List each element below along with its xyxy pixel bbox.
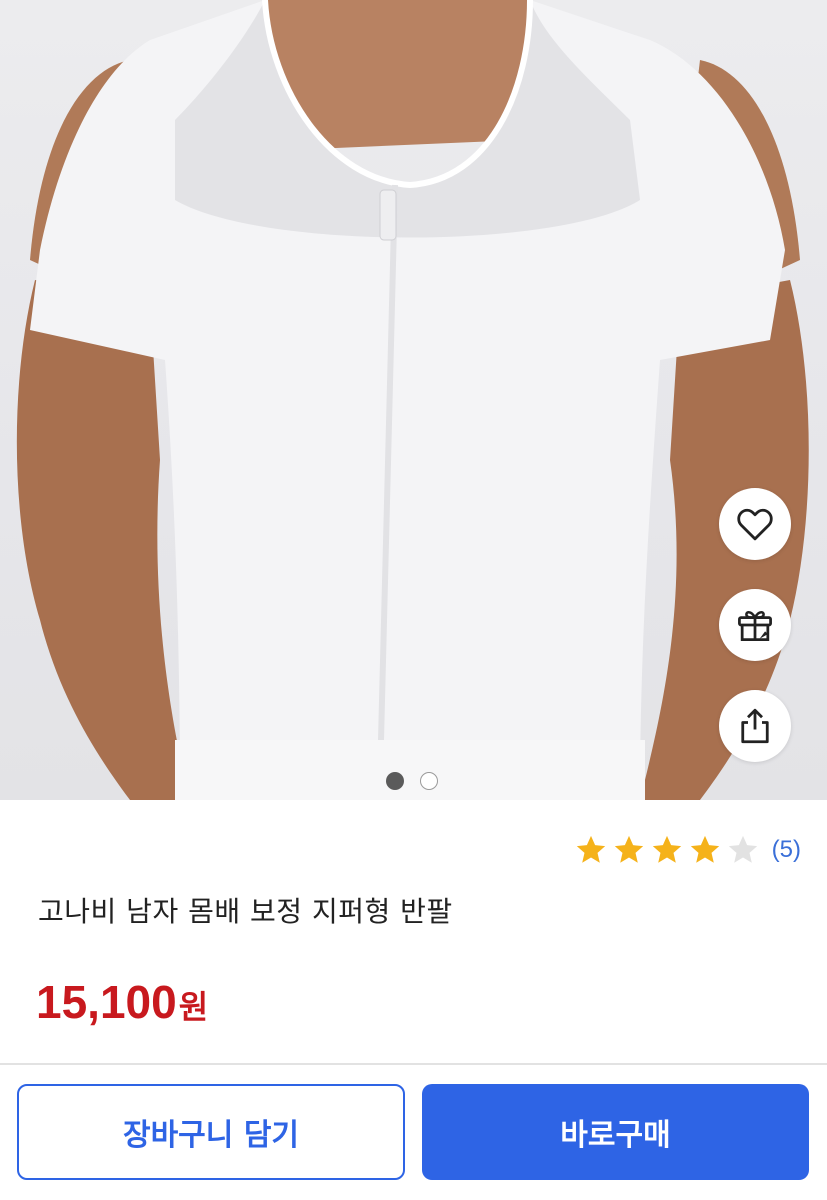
heart-icon (737, 508, 773, 541)
share-button[interactable] (719, 690, 791, 762)
review-count[interactable]: (5) (772, 836, 801, 864)
rating[interactable]: (5) (570, 833, 801, 867)
gift-button[interactable] (719, 589, 791, 661)
wishlist-button[interactable] (719, 488, 791, 560)
image-page-indicator (386, 772, 438, 790)
share-icon (741, 708, 769, 744)
price-value: 15,100 (36, 976, 177, 1028)
divider (0, 1063, 827, 1065)
add-to-cart-button[interactable]: 장바구니 담기 (17, 1084, 405, 1180)
star-empty-icon (728, 835, 757, 863)
star-icon (690, 835, 719, 863)
star-icon (576, 835, 605, 863)
product-price: 15,100원 (36, 975, 208, 1029)
price-currency: 원 (178, 988, 209, 1026)
product-title: 고나비 남자 몸배 보정 지퍼형 반팔 (38, 895, 453, 928)
product-photo (16, 0, 809, 800)
product-image[interactable] (0, 0, 827, 800)
page-dot-active[interactable] (386, 772, 404, 790)
star-icon (652, 835, 681, 863)
buy-now-button[interactable]: 바로구매 (422, 1084, 809, 1180)
star-icon (614, 835, 643, 863)
page-dot[interactable] (420, 772, 438, 790)
gift-icon (738, 611, 772, 642)
